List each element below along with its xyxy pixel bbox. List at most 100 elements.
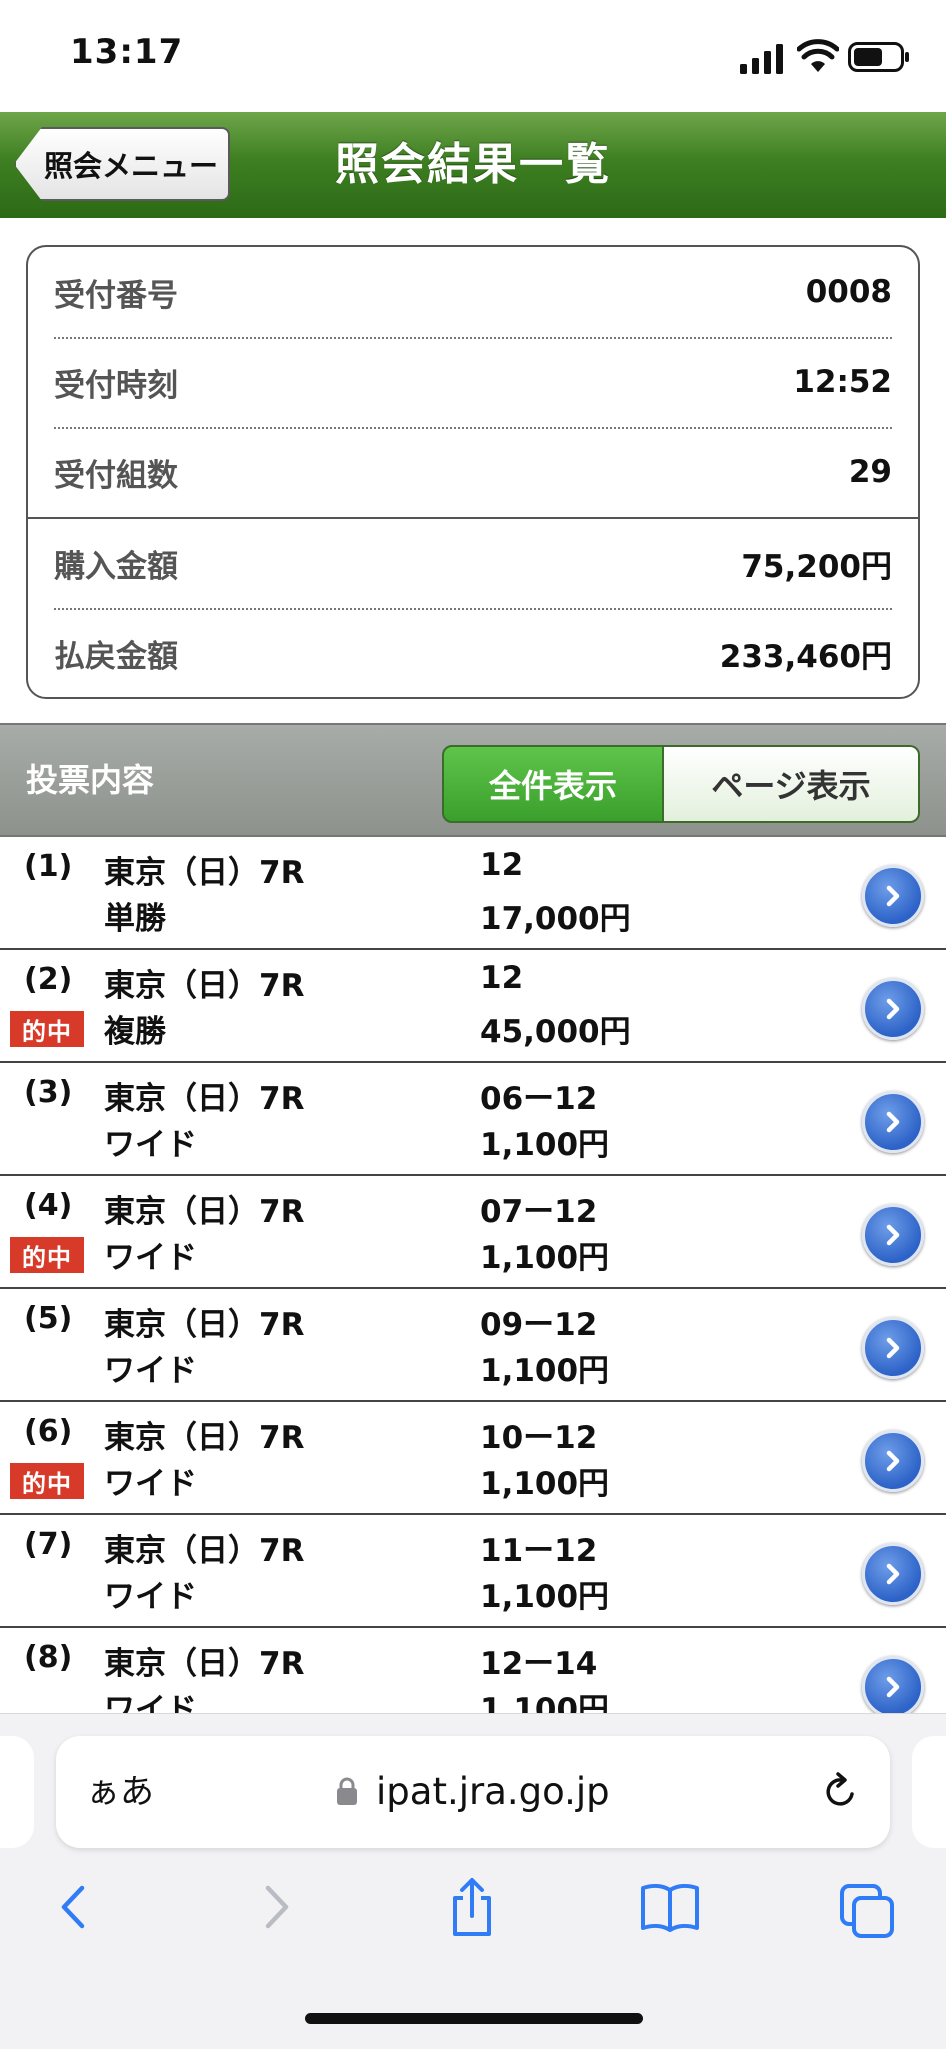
url-text: ipat.jra.go.jp [376,1770,610,1813]
bet-number: (5) [24,1301,73,1336]
bet-number: (1) [24,849,73,884]
bet-combination: 09ー12 [480,1307,598,1343]
bet-type: ワイド [104,1353,197,1389]
bet-combination: 12 [480,960,524,996]
chevron-right-icon [886,1450,900,1472]
detail-chevron-button[interactable] [862,1317,924,1379]
bet-amount: 1,100円 [480,1579,610,1615]
back-icon[interactable] [44,1874,104,1940]
previous-tab-edge[interactable] [0,1736,34,1848]
bet-row[interactable]: (4) 的中 東京（日）7R ワイド 07ー12 1,100円 [0,1176,946,1289]
browser-toolbar: ぁあ ipat.jra.go.jp [0,1713,946,2049]
summary-label: 受付組数 [54,457,178,494]
hit-badge: 的中 [10,1237,84,1273]
race-name: 東京（日）7R [104,1420,305,1456]
battery-icon [848,42,909,72]
bet-number: (2) [24,962,73,997]
summary-value: 0008 [805,274,892,310]
summary-row-payout-amount: 払戻金額 233,460円 [54,608,892,697]
page-header: 照会結果一覧 照会メニュー [0,112,946,218]
bet-type: ワイド [104,1127,197,1163]
race-name: 東京（日）7R [104,1194,305,1230]
bet-amount: 1,100円 [480,1466,610,1502]
tabs-icon[interactable] [838,1874,898,1940]
detail-chevron-button[interactable] [862,1091,924,1153]
bet-amount: 45,000円 [480,1014,631,1050]
bet-row[interactable]: (1) 東京（日）7R 単勝 12 17,000円 [0,837,946,950]
bet-combination: 06ー12 [480,1081,598,1117]
race-name: 東京（日）7R [104,1533,305,1569]
lock-icon [337,1777,357,1805]
hit-badge: 的中 [10,1463,84,1499]
chevron-right-icon [886,1563,900,1585]
detail-chevron-button[interactable] [862,865,924,927]
back-to-menu-button[interactable]: 照会メニュー [14,127,230,201]
cellular-signal-icon [740,44,783,74]
bet-combination: 12ー14 [480,1646,598,1682]
summary-row-receipt-time: 受付時刻 12:52 [54,337,892,427]
hit-badge: 的中 [10,1011,84,1047]
bet-type: 複勝 [104,1014,166,1050]
bet-type: ワイド [104,1240,197,1276]
race-name: 東京（日）7R [104,1081,305,1117]
bet-combination: 12 [480,847,524,883]
reload-icon[interactable] [818,1770,862,1814]
summary-row-receipt-number: 受付番号 0008 [54,247,892,337]
chevron-right-icon [886,1111,900,1133]
bookmarks-icon[interactable] [640,1874,700,1940]
bet-combination: 07ー12 [480,1194,598,1230]
bet-number: (6) [24,1414,73,1449]
chevron-right-icon [886,1337,900,1359]
bet-row[interactable]: (8) 東京（日）7R ワイド 12ー14 1,100円 [0,1628,946,1713]
summary-card: 受付番号 0008 受付時刻 12:52 受付組数 29 購入金額 75,200… [26,245,920,699]
detail-chevron-button[interactable] [862,1204,924,1266]
share-icon[interactable] [442,1874,502,1940]
bet-number: (4) [24,1188,73,1223]
show-all-button[interactable]: 全件表示 [442,745,664,823]
bet-amount: 1,100円 [480,1353,610,1389]
bet-type: ワイド [104,1579,197,1615]
vote-content-label: 投票内容 [26,761,155,799]
next-tab-edge[interactable] [912,1736,946,1848]
summary-label: 受付番号 [54,277,178,314]
summary-label: 購入金額 [54,548,178,585]
bet-row[interactable]: (3) 東京（日）7R ワイド 06ー12 1,100円 [0,1063,946,1176]
status-bar: 13:17 [0,0,946,112]
chevron-right-icon [886,1224,900,1246]
summary-label: 払戻金額 [54,638,178,675]
forward-icon[interactable] [246,1874,306,1940]
page-view-button[interactable]: ページ表示 [664,745,920,823]
summary-value: 75,200円 [741,548,892,585]
bet-combination: 10ー12 [480,1420,598,1456]
summary-value: 29 [848,454,892,490]
chevron-right-icon [886,998,900,1020]
bet-row[interactable]: (5) 東京（日）7R ワイド 09ー12 1,100円 [0,1289,946,1402]
bet-type: 単勝 [104,901,166,937]
bet-row[interactable]: (2) 的中 東京（日）7R 複勝 12 45,000円 [0,950,946,1063]
bet-number: (8) [24,1640,73,1675]
detail-chevron-button[interactable] [862,1543,924,1605]
vote-content-toolbar: 投票内容 全件表示 ページ表示 [0,723,946,837]
bet-number: (3) [24,1075,73,1110]
detail-chevron-button[interactable] [862,978,924,1040]
home-indicator [305,2013,643,2024]
bet-amount: 1,100円 [480,1692,610,1713]
race-name: 東京（日）7R [104,855,305,891]
bet-amount: 1,100円 [480,1240,610,1276]
detail-chevron-button[interactable] [862,1656,924,1713]
chevron-right-icon [886,885,900,907]
summary-value: 12:52 [793,364,892,400]
bet-number: (7) [24,1527,73,1562]
wifi-icon [797,39,839,72]
page-settings-button[interactable]: ぁあ [86,1736,154,1848]
bet-list: (1) 東京（日）7R 単勝 12 17,000円 (2) 的中 東京（日）7R… [0,837,946,1713]
chevron-right-icon [886,1676,900,1698]
bet-row[interactable]: (7) 東京（日）7R ワイド 11ー12 1,100円 [0,1515,946,1628]
summary-label: 受付時刻 [54,367,178,404]
race-name: 東京（日）7R [104,968,305,1004]
address-bar[interactable]: ぁあ ipat.jra.go.jp [56,1736,890,1848]
summary-row-bet-count: 受付組数 29 [54,427,892,517]
detail-chevron-button[interactable] [862,1430,924,1492]
summary-row-purchase-amount: 購入金額 75,200円 [54,518,892,608]
bet-row[interactable]: (6) 的中 東京（日）7R ワイド 10ー12 1,100円 [0,1402,946,1515]
